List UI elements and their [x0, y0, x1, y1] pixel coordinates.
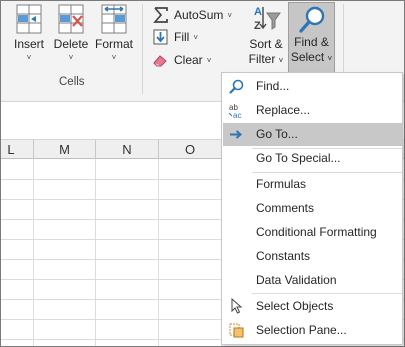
column-header[interactable]: N — [96, 140, 159, 159]
menu-item-label: Go To Special... — [256, 151, 341, 165]
find-select-menu: Find... ab ac Replace... Go To... Go To … — [221, 72, 403, 345]
selection-pane-icon — [229, 323, 244, 338]
format-button[interactable]: Format ˅ — [94, 3, 134, 64]
find-select-button[interactable]: Find & Select ˅ — [288, 2, 335, 73]
sort-filter-icon: A Z — [254, 6, 281, 32]
format-dropdown-icon: ˅ — [111, 53, 117, 62]
menu-item-label: Constants — [256, 249, 311, 263]
sort-filter-label-line1: Sort & — [249, 37, 283, 51]
grid-line — [33, 159, 34, 346]
group-separator — [142, 4, 143, 94]
fill-label: Fill — [174, 30, 190, 44]
find-select-label-text: Select — [290, 50, 325, 64]
fill-down-icon — [153, 29, 168, 45]
replace-icon: ab ac — [228, 103, 241, 119]
menu-item-label: Comments — [256, 201, 315, 215]
menu-item-replace[interactable]: ab ac Replace... — [223, 99, 402, 122]
delete-cells-icon — [58, 4, 84, 34]
delete-dropdown-icon: ˅ — [68, 53, 74, 62]
sort-filter-dropdown-icon: ˅ — [278, 56, 284, 65]
insert-dropdown-icon: ˅ — [26, 53, 32, 62]
eraser-icon — [153, 55, 167, 67]
menu-item-find[interactable]: Find... — [223, 75, 402, 98]
column-header[interactable]: O — [159, 140, 222, 159]
cells-group-label: Cells — [59, 76, 85, 88]
column-header[interactable]: L — [0, 140, 34, 159]
menu-item-selection-pane[interactable]: Selection Pane... — [223, 319, 402, 342]
sort-filter-button[interactable]: A Z Sort & Filter ˅ — [246, 3, 286, 68]
menu-item-label: Find... — [256, 79, 290, 93]
sort-filter-label-text: Filter — [248, 52, 276, 66]
autosum-button[interactable]: AutoSum ˅ — [152, 5, 232, 25]
menu-item-label: Selection Pane... — [256, 323, 347, 337]
pointer-icon — [231, 298, 243, 314]
find-select-label-line2: Select ˅ — [289, 50, 334, 66]
svg-text:ac: ac — [233, 111, 241, 119]
menu-item-select-objects[interactable]: Select Objects — [223, 295, 402, 318]
insert-label: Insert — [13, 37, 44, 51]
menu-item-label: Conditional Formatting — [256, 225, 377, 239]
delete-button[interactable]: Delete ˅ — [52, 3, 90, 64]
menu-item-go-to[interactable]: Go To... — [223, 123, 402, 146]
magnifier-icon — [229, 79, 244, 94]
autosum-label: AutoSum — [174, 8, 224, 22]
menu-item-label: Data Validation — [256, 273, 337, 287]
autosum-dropdown-icon: ˅ — [227, 10, 233, 20]
menu-item-go-to-special[interactable]: Go To Special... — [223, 147, 402, 170]
find-select-dropdown-icon: ˅ — [327, 54, 333, 63]
svg-text:Z: Z — [254, 20, 261, 32]
fill-button[interactable]: Fill ˅ — [152, 27, 198, 47]
clear-dropdown-icon: ˅ — [206, 55, 212, 65]
delete-label: Delete — [53, 37, 89, 51]
sigma-icon — [153, 7, 168, 23]
menu-item-constants[interactable]: Constants — [223, 245, 402, 268]
menu-item-conditional-formatting[interactable]: Conditional Formatting — [223, 221, 402, 244]
column-header[interactable]: M — [34, 140, 96, 159]
menu-separator — [252, 293, 402, 294]
clear-label: Clear — [174, 53, 203, 67]
svg-text:A: A — [254, 6, 262, 18]
clear-button[interactable]: Clear ˅ — [152, 50, 211, 70]
insert-cells-icon — [16, 4, 42, 34]
find-select-label-line1: Find & — [294, 35, 329, 49]
grid-line — [95, 159, 96, 346]
format-label: Format — [94, 37, 133, 51]
menu-item-data-validation[interactable]: Data Validation — [223, 269, 402, 292]
fill-dropdown-icon: ˅ — [193, 32, 198, 42]
menu-item-comments[interactable]: Comments — [223, 197, 402, 220]
grid-line — [158, 159, 159, 346]
menu-item-label: Select Objects — [256, 299, 334, 313]
arrow-right-icon — [230, 130, 243, 139]
menu-item-label: Replace... — [256, 103, 311, 117]
format-cells-icon — [101, 4, 127, 34]
menu-item-label: Go To... — [256, 127, 298, 141]
magnifier-icon — [298, 6, 324, 33]
menu-item-formulas[interactable]: Formulas — [223, 173, 402, 196]
menu-item-label: Formulas — [256, 177, 307, 191]
insert-button[interactable]: Insert ˅ — [10, 3, 48, 64]
sort-filter-label-line2: Filter ˅ — [246, 52, 286, 68]
